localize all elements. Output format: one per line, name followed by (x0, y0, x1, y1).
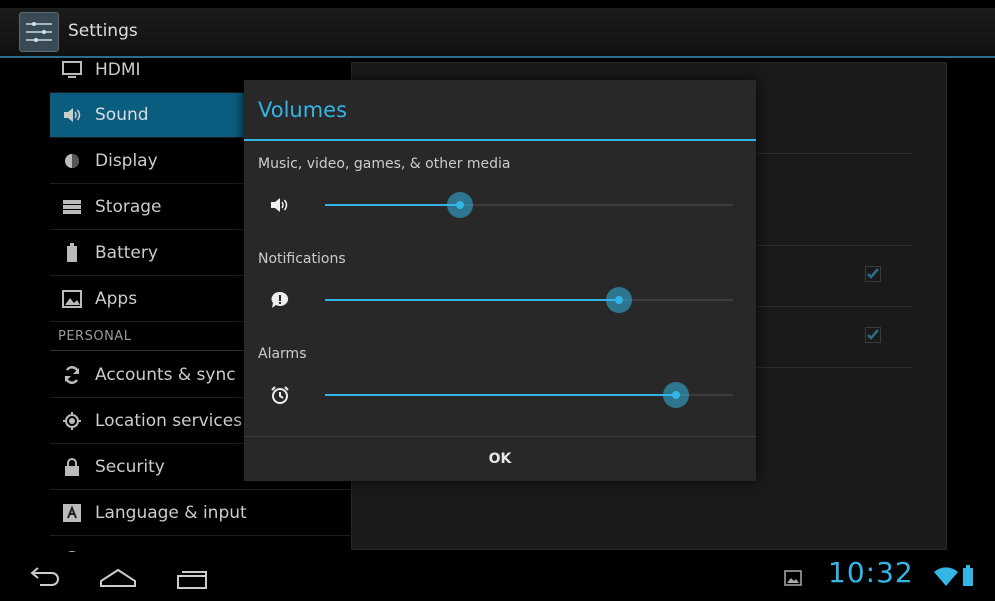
home-icon[interactable] (98, 560, 138, 594)
dialog-title: Volumes (258, 98, 348, 122)
alarm-icon (268, 383, 292, 407)
battery-icon (962, 565, 974, 591)
notification-volume-thumb[interactable] (605, 287, 632, 313)
checkbox-checked[interactable] (865, 266, 881, 282)
media-volume-label: Music, video, games, & other media (258, 156, 511, 172)
notification-volume-label: Notifications (258, 251, 346, 267)
settings-item-partial[interactable] (50, 537, 350, 552)
notification-icon (268, 288, 292, 312)
alarm-volume-slider[interactable] (325, 382, 733, 408)
volumes-dialog: Volumes Music, video, games, & other med… (244, 80, 756, 481)
lock-icon (62, 457, 82, 477)
media-volume-slider[interactable] (325, 192, 733, 218)
ok-button[interactable]: OK (244, 437, 756, 481)
clock[interactable]: 10:32 (828, 556, 914, 589)
apps-icon (62, 289, 82, 309)
battery-icon (62, 243, 82, 263)
speaker-icon (268, 193, 292, 217)
section-header-personal: PERSONAL (58, 329, 132, 344)
checkbox-checked[interactable] (865, 327, 881, 343)
action-bar: Settings (0, 8, 995, 58)
back-icon[interactable] (26, 560, 66, 594)
alarm-volume-label: Alarms (258, 346, 307, 362)
settings-item-language-input[interactable]: Language & input (50, 491, 350, 536)
system-bar: 10:32 (0, 552, 995, 601)
monitor-icon (62, 60, 82, 80)
notification-volume-fill (325, 299, 619, 301)
notification-volume-slider[interactable] (325, 287, 733, 313)
alarm-volume-thumb[interactable] (662, 382, 689, 408)
dialog-title-divider (244, 139, 756, 141)
sync-icon (62, 365, 82, 385)
location-icon (62, 411, 82, 431)
speaker-icon (62, 105, 82, 125)
storage-icon (62, 197, 82, 217)
brightness-icon (62, 151, 82, 171)
wifi-icon (934, 567, 958, 591)
media-volume-fill (325, 204, 460, 206)
settings-icon[interactable] (19, 12, 59, 52)
keyboard-icon (62, 503, 82, 523)
gallery-icon[interactable] (784, 570, 802, 590)
media-volume-thumb[interactable] (446, 192, 473, 218)
recent-apps-icon[interactable] (172, 560, 212, 594)
alarm-volume-fill (325, 394, 676, 396)
app-title: Settings (68, 21, 138, 41)
